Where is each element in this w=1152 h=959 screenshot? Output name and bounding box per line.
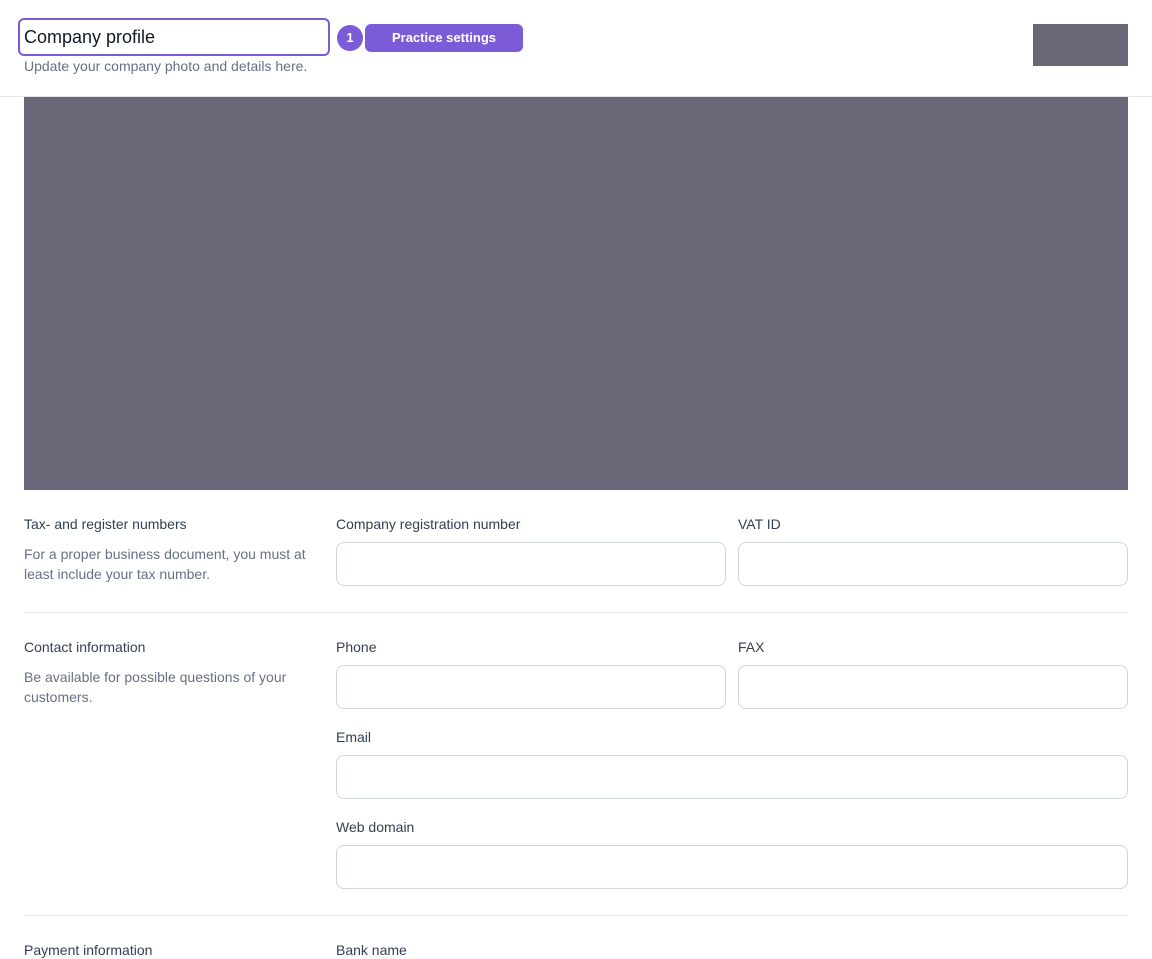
page-title: Company profile [24, 27, 156, 47]
section-divider [24, 612, 1128, 613]
step-number-badge: 1 [337, 25, 363, 51]
page-header: Company profile 1 Practice settings Upda… [0, 0, 1152, 97]
company-profile-title-field[interactable]: Company profile [18, 18, 330, 56]
company-photo-area[interactable] [24, 97, 1128, 490]
tax-section-title: Tax- and register numbers [24, 516, 187, 532]
registration-number-input[interactable] [336, 542, 726, 586]
email-input[interactable] [336, 755, 1128, 799]
phone-label: Phone [336, 639, 377, 655]
payment-section-title: Payment information [24, 942, 153, 958]
page-subtitle: Update your company photo and details he… [24, 58, 308, 74]
fax-input[interactable] [738, 665, 1128, 709]
phone-input[interactable] [336, 665, 726, 709]
tax-section-description: For a proper business document, you must… [24, 546, 306, 582]
web-domain-input[interactable] [336, 845, 1128, 889]
vat-id-input[interactable] [738, 542, 1128, 586]
web-domain-label: Web domain [336, 819, 415, 835]
email-label: Email [336, 729, 372, 745]
vat-id-label: VAT ID [738, 516, 781, 532]
practice-settings-button[interactable]: Practice settings [365, 24, 523, 52]
contact-section-title: Contact information [24, 639, 146, 655]
contact-section-description: Be available for possible questions of y… [24, 669, 287, 705]
section-divider [24, 915, 1128, 916]
registration-number-label: Company registration number [336, 516, 521, 532]
header-action-placeholder[interactable] [1033, 24, 1128, 66]
fax-label: FAX [738, 639, 765, 655]
bank-name-label: Bank name [336, 942, 407, 958]
